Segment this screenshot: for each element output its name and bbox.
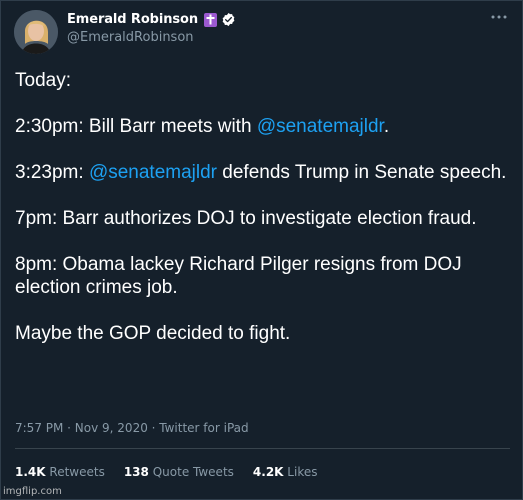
retweets-count: 1.4K — [15, 465, 46, 479]
likes-label: Likes — [287, 465, 318, 479]
author-display-name[interactable]: Emerald Robinson — [67, 12, 198, 27]
avatar-image — [14, 10, 58, 54]
tweet-card: Emerald Robinson @EmeraldRobinson Today:… — [0, 0, 523, 500]
mention-link[interactable]: @senatemajldr — [257, 116, 384, 137]
retweets-stat[interactable]: 1.4K Retweets — [15, 465, 105, 479]
tweet-timestamp[interactable]: 7:57 PM · Nov 9, 2020 · Twitter for iPad — [15, 421, 249, 435]
quote-tweets-stat[interactable]: 138 Quote Tweets — [124, 465, 234, 479]
tweet-text: Today: 2:30pm: Bill Barr meets with @sen… — [15, 69, 510, 345]
tweet-line-senate-speech-time: 3:23pm: — [15, 162, 89, 183]
author-name-row: Emerald Robinson — [67, 12, 236, 27]
tweet-line-today: Today: — [15, 70, 71, 91]
tweet-line-doj-authorize: 7pm: Barr authorizes DOJ to investigate … — [15, 208, 477, 229]
likes-stat[interactable]: 4.2K Likes — [253, 465, 318, 479]
tweet-line-senate-speech-text: defends Trump in Senate speech. — [217, 162, 507, 183]
divider — [15, 448, 510, 449]
author-handle[interactable]: @EmeraldRobinson — [67, 30, 194, 45]
watermark: imgflip.com — [3, 486, 62, 497]
engagement-stats: 1.4K Retweets 138 Quote Tweets 4.2K Like… — [15, 465, 317, 479]
tweet-line-senate-speech: 3:23pm: @senatemajldr defends Trump in S… — [15, 161, 510, 184]
tweet-line-pilger-resigns: 8pm: Obama lackey Richard Pilger resigns… — [15, 254, 462, 298]
retweets-label: Retweets — [49, 465, 105, 479]
likes-count: 4.2K — [252, 465, 284, 479]
verified-badge-icon — [222, 12, 235, 27]
cross-icon — [204, 12, 217, 27]
quote-tweets-label: Quote Tweets — [152, 465, 234, 479]
tweet-line-barr-meeting-text: 2:30pm: Bill Barr meets with — [15, 116, 257, 137]
more-options-icon[interactable] — [489, 7, 509, 27]
tweet-line-barr-meeting-end: . — [383, 116, 390, 137]
tweet-line-gop-fight: Maybe the GOP decided to fight. — [15, 323, 291, 344]
avatar[interactable] — [14, 10, 58, 54]
tweet-line-barr-meeting: 2:30pm: Bill Barr meets with @senatemajl… — [15, 115, 510, 138]
mention-link[interactable]: @senatemajldr — [89, 162, 217, 183]
quote-tweets-count: 138 — [123, 465, 149, 479]
